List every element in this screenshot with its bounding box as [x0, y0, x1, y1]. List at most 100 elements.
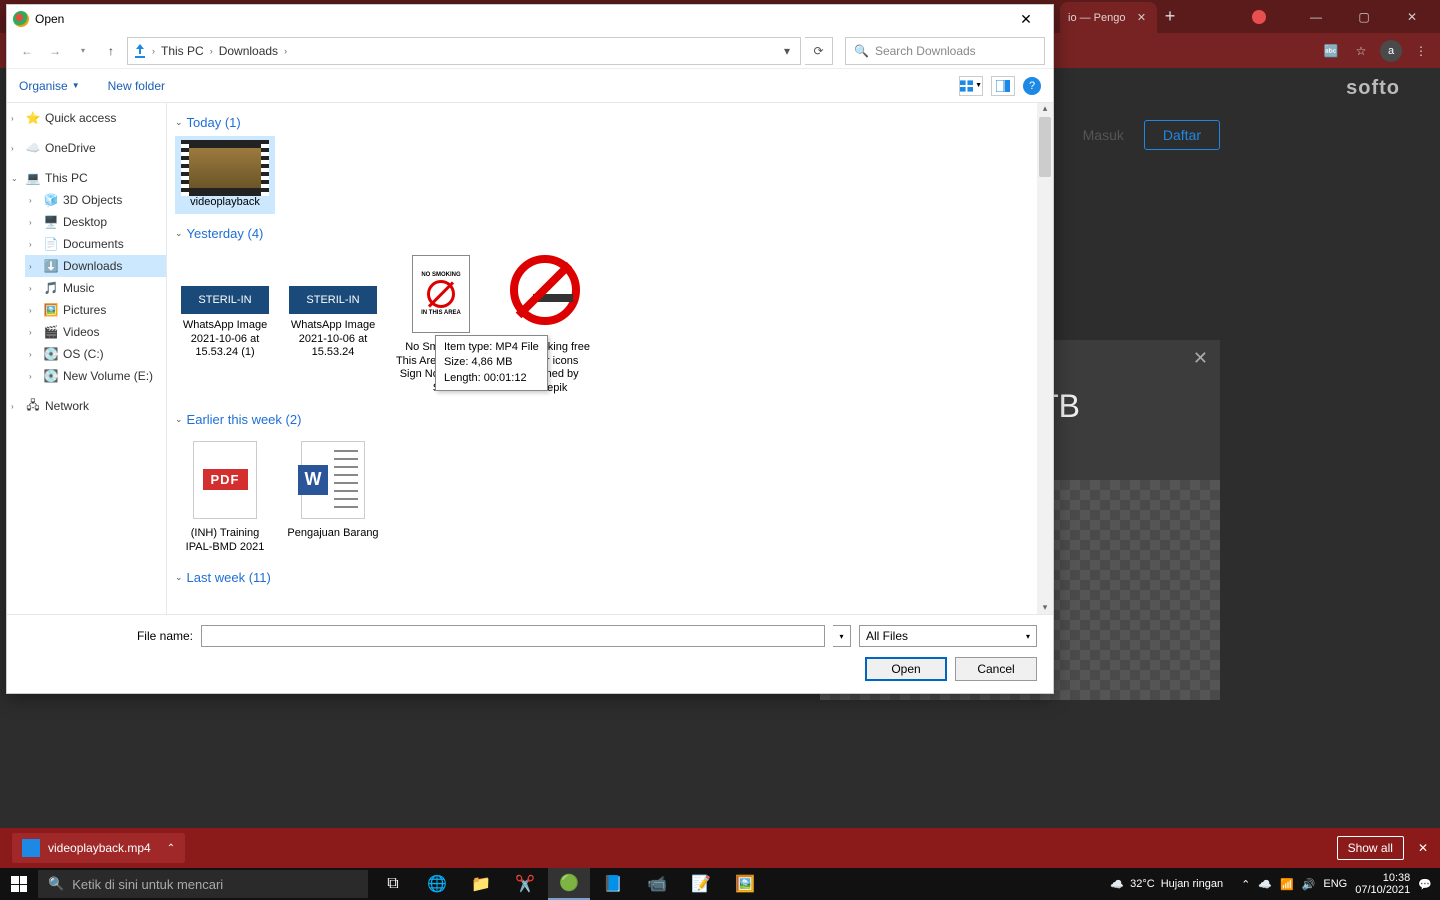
close-window-button[interactable]: ✕ — [1392, 3, 1432, 31]
group-header-lastweek[interactable]: ⌄ Last week (11) — [175, 570, 1045, 585]
tree-videos[interactable]: ›🎬Videos — [25, 321, 166, 343]
new-folder-button[interactable]: New folder — [108, 79, 165, 93]
tree-3d-objects[interactable]: ›🧊3D Objects — [25, 189, 166, 211]
chevron-right-icon[interactable]: › — [152, 46, 155, 56]
file-list[interactable]: ▴ ▾ ⌄ Today (1) videoplayback ⌄ Yesterda… — [167, 103, 1053, 614]
minimize-button[interactable]: — — [1296, 3, 1336, 31]
tray-wifi-icon[interactable]: 📶 — [1280, 878, 1294, 891]
chevron-right-icon[interactable]: › — [284, 46, 287, 56]
browser-tab[interactable]: io — Pengo ✕ — [1060, 2, 1157, 33]
login-link[interactable]: Masuk — [1083, 127, 1124, 143]
help-button[interactable]: ? — [1023, 77, 1041, 95]
file-whatsapp-image-2[interactable]: STERIL-IN WhatsApp Image 2021-10-06 at 1… — [283, 247, 383, 400]
maximize-button[interactable]: ▢ — [1344, 3, 1384, 31]
close-shelf-button[interactable]: ✕ — [1418, 841, 1428, 855]
nav-back-button[interactable]: ← — [15, 39, 39, 63]
image-thumbnail-icon: STERIL-IN — [179, 251, 271, 315]
cancel-button[interactable]: Cancel — [955, 657, 1037, 681]
file-inh-training[interactable]: PDF (INH) Training IPAL-BMD 2021 — [175, 433, 275, 559]
close-icon[interactable]: ✕ — [1133, 10, 1149, 26]
address-dropdown-icon[interactable]: ▾ — [778, 44, 796, 58]
dialog-close-button[interactable]: ✕ — [1005, 5, 1047, 33]
tree-desktop[interactable]: ›🖥️Desktop — [25, 211, 166, 233]
organise-button[interactable]: Organise ▼ — [19, 79, 80, 93]
new-tab-button[interactable]: + — [1160, 6, 1180, 26]
start-button[interactable] — [0, 876, 38, 892]
refresh-button[interactable]: ⟳ — [805, 37, 833, 65]
taskbar-app-edge[interactable]: 🌐 — [416, 868, 458, 900]
file-whatsapp-image-1[interactable]: STERIL-IN WhatsApp Image 2021-10-06 at 1… — [175, 247, 275, 400]
tab-label: io — Pengo — [1068, 12, 1125, 24]
group-header-yesterday[interactable]: ⌄ Yesterday (4) — [175, 226, 1045, 241]
search-input[interactable]: 🔍 Search Downloads — [845, 37, 1045, 65]
nav-forward-button[interactable]: → — [43, 39, 67, 63]
scroll-up-icon[interactable]: ▴ — [1039, 103, 1051, 115]
tree-documents[interactable]: ›📄Documents — [25, 233, 166, 255]
tray-language[interactable]: ENG — [1323, 878, 1347, 890]
file-videoplayback[interactable]: videoplayback — [175, 136, 275, 214]
tree-network[interactable]: › 🖧 Network — [7, 395, 166, 417]
image-thumbnail-icon: NO SMOKING IN THIS AREA — [395, 251, 487, 337]
taskbar-app-zoom[interactable]: 📹 — [636, 868, 678, 900]
nav-up-button[interactable]: ↑ — [99, 39, 123, 63]
notifications-icon[interactable]: 💬 — [1418, 878, 1432, 891]
tree-pictures[interactable]: ›🖼️Pictures — [25, 299, 166, 321]
taskbar-app-photos[interactable]: 🖼️ — [724, 868, 766, 900]
expand-icon[interactable]: › — [11, 144, 21, 153]
scroll-thumb[interactable] — [1039, 117, 1051, 177]
taskbar-app-snip[interactable]: ✂️ — [504, 868, 546, 900]
open-button[interactable]: Open — [865, 657, 947, 681]
tree-music[interactable]: ›🎵Music — [25, 277, 166, 299]
navigation-tree[interactable]: › ⭐ Quick access › ☁️ OneDrive ⌄ 💻 This … — [7, 103, 167, 614]
tray-volume-icon[interactable]: 🔊 — [1302, 878, 1316, 891]
profile-avatar[interactable]: a — [1380, 40, 1402, 62]
view-mode-button[interactable]: ▼ — [959, 76, 983, 96]
nav-recent-dropdown[interactable]: ▾ — [71, 39, 95, 63]
tray-onedrive-icon[interactable]: ☁️ — [1258, 878, 1272, 891]
group-header-earlier[interactable]: ⌄ Earlier this week (2) — [175, 412, 1045, 427]
tray-overflow-icon[interactable]: ⌃ — [1241, 878, 1250, 891]
weather-text: Hujan ringan — [1161, 878, 1223, 890]
tree-onedrive[interactable]: › ☁️ OneDrive — [7, 137, 166, 159]
file-type-filter[interactable]: All Files ▾ — [859, 625, 1037, 647]
expand-icon[interactable]: › — [11, 402, 21, 411]
expand-icon[interactable]: › — [11, 114, 21, 123]
signup-button[interactable]: Daftar — [1144, 120, 1220, 150]
tree-this-pc[interactable]: ⌄ 💻 This PC — [7, 167, 166, 189]
taskbar-app-word[interactable]: 📘 — [592, 868, 634, 900]
taskbar-app-chrome[interactable]: 🟢 — [548, 868, 590, 900]
taskbar-app-explorer[interactable]: 📁 — [460, 868, 502, 900]
weather-widget[interactable]: ☁️ 32°C Hujan ringan — [1110, 878, 1223, 891]
taskbar-search[interactable]: 🔍 Ketik di sini untuk mencari — [38, 870, 368, 898]
taskbar-app-notepad[interactable]: 📝 — [680, 868, 722, 900]
breadcrumb-thispc[interactable]: This PC — [159, 44, 206, 58]
weather-temp: 32°C — [1130, 878, 1155, 890]
file-pengajuan-barang[interactable]: W Pengajuan Barang — [283, 433, 383, 559]
scroll-down-icon[interactable]: ▾ — [1039, 602, 1051, 614]
chevron-down-icon: ⌄ — [175, 572, 183, 583]
menu-kebab-icon[interactable]: ⋮ — [1410, 40, 1432, 62]
bookmark-star-icon[interactable]: ☆ — [1350, 40, 1372, 62]
collapse-icon[interactable]: ⌄ — [11, 174, 21, 183]
filename-dropdown[interactable]: ▾ — [833, 625, 851, 647]
show-all-button[interactable]: Show all — [1337, 836, 1404, 860]
video-thumbnail-icon — [181, 140, 269, 196]
tree-downloads[interactable]: ›⬇️Downloads — [25, 255, 166, 277]
download-chip[interactable]: videoplayback.mp4 ⌃ — [12, 833, 185, 863]
breadcrumb-downloads[interactable]: Downloads — [217, 44, 280, 58]
group-header-today[interactable]: ⌄ Today (1) — [175, 115, 1045, 130]
task-view-button[interactable]: ⧉ — [372, 868, 414, 900]
chevron-right-icon[interactable]: › — [210, 46, 213, 56]
preview-pane-button[interactable] — [991, 76, 1015, 96]
tree-quick-access[interactable]: › ⭐ Quick access — [7, 107, 166, 129]
clock[interactable]: 10:38 07/10/2021 — [1355, 872, 1410, 896]
chevron-up-icon[interactable]: ⌃ — [167, 843, 175, 854]
translate-icon[interactable]: 🔤 — [1320, 40, 1342, 62]
address-bar[interactable]: › This PC › Downloads › ▾ — [127, 37, 801, 65]
record-icon[interactable] — [1252, 10, 1266, 24]
tree-os-c[interactable]: ›💽OS (C:) — [25, 343, 166, 365]
filename-input[interactable] — [201, 625, 825, 647]
close-icon[interactable]: ✕ — [1193, 348, 1208, 369]
vertical-scrollbar[interactable]: ▴ ▾ — [1037, 103, 1053, 614]
tree-new-volume-e[interactable]: ›💽New Volume (E:) — [25, 365, 166, 387]
